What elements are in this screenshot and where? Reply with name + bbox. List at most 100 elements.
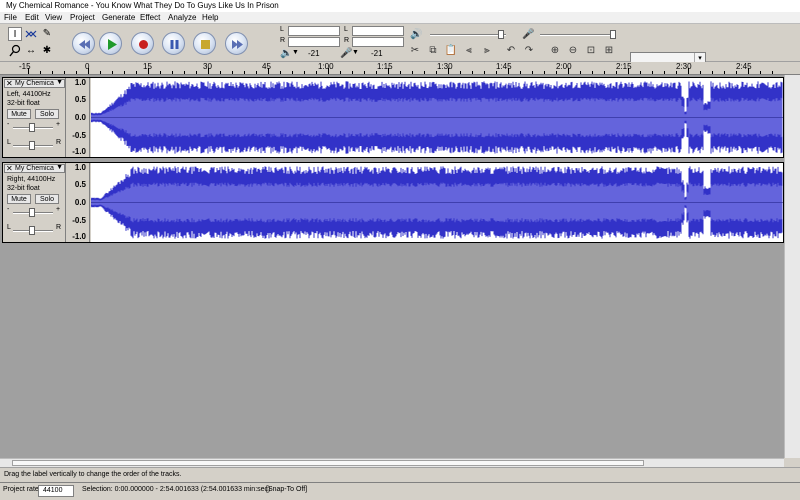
project-rate-field[interactable]: 44100 xyxy=(38,485,74,497)
close-icon[interactable]: ✕ xyxy=(6,164,13,173)
zoom-tool-icon[interactable] xyxy=(8,44,22,58)
ruler-tick xyxy=(724,71,725,74)
input-volume-slider[interactable] xyxy=(610,30,616,39)
play-button[interactable] xyxy=(99,32,122,55)
ruler-tick xyxy=(280,71,281,74)
ruler-tick xyxy=(616,71,617,74)
ruler-tick xyxy=(748,68,749,74)
scale-label: 1.0 xyxy=(74,78,86,87)
skip-to-start-button[interactable] xyxy=(72,32,95,55)
horizontal-scrollbar[interactable] xyxy=(0,458,784,467)
scale-label: -1.0 xyxy=(72,147,86,156)
ruler-label: 1:45 xyxy=(496,62,512,71)
ruler-tick xyxy=(244,71,245,74)
menu-help[interactable]: Help xyxy=(202,13,218,22)
track-channel: Right, 44100Hz xyxy=(7,176,56,183)
ruler-label: 45 xyxy=(262,62,271,71)
track-control-panel[interactable]: ✕ My Chemica ▼ Right, 44100Hz 32-bit flo… xyxy=(3,163,66,242)
fit-project-icon[interactable]: ⊞ xyxy=(602,44,616,58)
fit-selection-icon[interactable]: ⊡ xyxy=(584,44,598,58)
mute-button[interactable]: Mute xyxy=(7,109,31,119)
time-shift-tool-icon[interactable]: ↔ xyxy=(24,44,38,58)
audio-track-right[interactable]: ✕ My Chemica ▼ Right, 44100Hz 32-bit flo… xyxy=(2,162,784,243)
snap-status: [Snap-To Off] xyxy=(266,486,308,493)
menu-view[interactable]: View xyxy=(45,13,62,22)
ruler-tick xyxy=(556,71,557,74)
redo-icon[interactable]: ↷ xyxy=(522,44,536,58)
ruler-tick xyxy=(688,68,689,74)
mute-button[interactable]: Mute xyxy=(7,194,31,204)
ruler-tick xyxy=(292,71,293,74)
ruler-tick xyxy=(376,71,377,74)
selection-tool-icon[interactable]: I xyxy=(8,27,22,41)
menu-file[interactable]: File xyxy=(4,13,17,22)
record-db-label: -21 xyxy=(371,49,383,58)
solo-button[interactable]: Solo xyxy=(35,194,59,204)
silence-icon[interactable]: ⫸ xyxy=(480,44,494,58)
timeline-ruler[interactable]: -15 0 15 30 45 1:00 1:15 1:30 1:45 2:00 … xyxy=(0,62,800,75)
zoom-in-icon[interactable]: ⊕ xyxy=(548,44,562,58)
track-workspace[interactable]: ✕ My Chemica ▼ Left, 44100Hz 32-bit floa… xyxy=(0,75,784,458)
record-meter-dropdown[interactable]: ▼ xyxy=(352,49,359,56)
pan-right-label: R xyxy=(56,224,62,231)
pause-button[interactable] xyxy=(162,32,185,55)
zoom-out-icon[interactable]: ⊖ xyxy=(566,44,580,58)
vertical-scrollbar[interactable] xyxy=(784,75,800,458)
waveform-right[interactable] xyxy=(91,163,783,242)
record-button[interactable] xyxy=(131,32,154,55)
ruler-label: 2:00 xyxy=(556,62,572,71)
audio-track-left[interactable]: ✕ My Chemica ▼ Left, 44100Hz 32-bit floa… xyxy=(2,77,784,158)
menu-analyze[interactable]: Analyze xyxy=(168,13,196,22)
menu-project[interactable]: Project xyxy=(70,13,95,22)
chevron-down-icon[interactable]: ▼ xyxy=(56,164,63,171)
ruler-tick xyxy=(328,68,329,74)
draw-tool-icon[interactable]: ✎ xyxy=(40,27,54,41)
ruler-tick xyxy=(232,71,233,74)
envelope-tool-icon[interactable] xyxy=(24,27,38,41)
close-icon[interactable]: ✕ xyxy=(6,79,13,88)
undo-icon[interactable]: ↶ xyxy=(504,44,518,58)
ruler-tick xyxy=(340,71,341,74)
playback-db-label: -21 xyxy=(308,49,320,58)
multi-tool-icon[interactable]: ✱ xyxy=(40,44,54,58)
gain-slider[interactable] xyxy=(29,123,35,132)
track-name-button[interactable]: ✕ My Chemica ▼ xyxy=(4,164,65,173)
gain-plus-label: + xyxy=(56,206,61,213)
ruler-tick xyxy=(136,71,137,74)
stop-button[interactable] xyxy=(193,32,216,55)
ruler-tick xyxy=(664,71,665,74)
menu-effect[interactable]: Effect xyxy=(140,13,160,22)
gain-slider[interactable] xyxy=(29,208,35,217)
waveform-left[interactable] xyxy=(91,78,783,157)
horizontal-scroll-thumb[interactable] xyxy=(12,460,644,466)
selection-bar: Project rate: 44100 Selection: 0:00.0000… xyxy=(0,482,800,500)
copy-icon[interactable]: ⧉ xyxy=(426,44,440,58)
output-volume-icon: 🔊 xyxy=(410,29,423,40)
pan-slider[interactable] xyxy=(29,141,35,150)
ruler-tick xyxy=(304,71,305,74)
paste-icon[interactable]: 📋 xyxy=(444,44,458,58)
ruler-tick xyxy=(460,71,461,74)
ruler-tick xyxy=(160,71,161,74)
ruler-tick xyxy=(472,71,473,74)
output-volume-slider[interactable] xyxy=(498,30,504,39)
ruler-tick xyxy=(604,71,605,74)
ruler-label: 1:00 xyxy=(318,62,334,71)
track-name-button[interactable]: ✕ My Chemica ▼ xyxy=(4,79,65,88)
pan-left-label: L xyxy=(7,224,11,231)
input-volume-icon: 🎤 xyxy=(522,29,535,40)
skip-to-end-button[interactable] xyxy=(225,32,248,55)
menu-generate[interactable]: Generate xyxy=(102,13,135,22)
cut-icon[interactable]: ✂ xyxy=(408,44,422,58)
track-format: 32-bit float xyxy=(7,185,40,192)
solo-button[interactable]: Solo xyxy=(35,109,59,119)
chevron-down-icon[interactable]: ▼ xyxy=(56,79,63,86)
pan-slider[interactable] xyxy=(29,226,35,235)
trim-icon[interactable]: ⫷ xyxy=(462,44,476,58)
menu-edit[interactable]: Edit xyxy=(25,13,39,22)
ruler-tick xyxy=(424,71,425,74)
ruler-tick xyxy=(568,68,569,74)
scale-label: 0.0 xyxy=(74,198,86,207)
playback-meter-dropdown[interactable]: ▼ xyxy=(292,49,299,56)
track-control-panel[interactable]: ✕ My Chemica ▼ Left, 44100Hz 32-bit floa… xyxy=(3,78,66,157)
